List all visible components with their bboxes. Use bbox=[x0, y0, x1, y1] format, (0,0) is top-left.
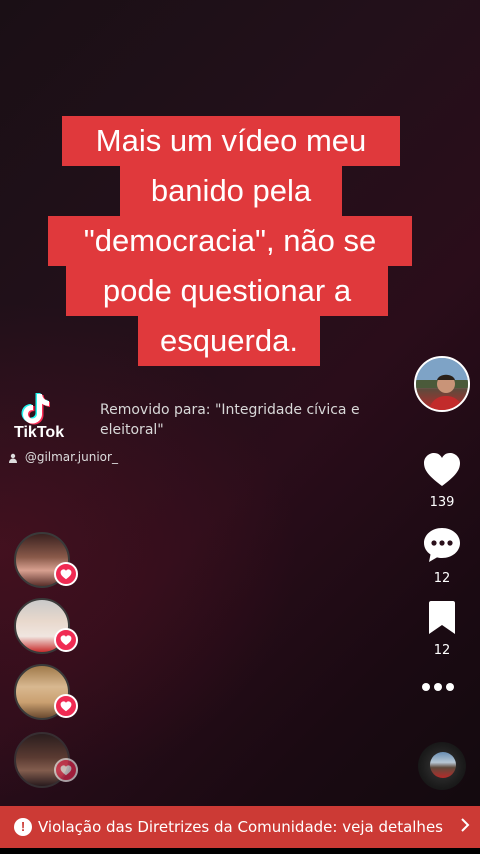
removed-notice: Removido para: "Integridade cívica e ele… bbox=[100, 400, 380, 440]
liker-heart-badge-icon bbox=[54, 628, 78, 652]
caption-line-1: Mais um vídeo meu bbox=[62, 116, 400, 166]
comment-count: 12 bbox=[433, 571, 451, 586]
heart-icon bbox=[424, 453, 460, 486]
like-count: 139 bbox=[429, 495, 455, 510]
watermark-username: @gilmar.junior_ bbox=[8, 450, 118, 464]
more-options-button[interactable] bbox=[422, 678, 462, 692]
liker-heart-badge-icon bbox=[54, 758, 78, 782]
removed-notice-line-1: Removido para: "Integridade cívica e bbox=[100, 402, 360, 418]
liker-heart-badge-icon bbox=[54, 562, 78, 586]
save-button[interactable]: 12 bbox=[412, 600, 472, 658]
like-button[interactable]: 139 bbox=[412, 452, 472, 510]
creator-avatar[interactable] bbox=[414, 356, 470, 412]
music-disc[interactable] bbox=[418, 742, 466, 790]
comment-button[interactable]: 12 bbox=[412, 526, 472, 586]
more-dot bbox=[422, 683, 430, 691]
tiktok-watermark: TikTok bbox=[14, 392, 74, 442]
more-dot bbox=[434, 683, 442, 691]
chevron-right-icon bbox=[450, 817, 480, 838]
caption-line-4: pode questionar a bbox=[66, 266, 388, 316]
person-icon bbox=[9, 453, 17, 463]
bookmark-icon bbox=[429, 601, 455, 634]
tiktok-brand-text: TikTok bbox=[14, 424, 65, 441]
comment-icon bbox=[424, 528, 460, 562]
violation-text: Violação das Diretrizes da Comunidade: v… bbox=[38, 818, 443, 836]
bottom-strip bbox=[0, 848, 480, 854]
caption-line-3: "democracia", não se bbox=[48, 216, 412, 266]
tiktok-logo-icon bbox=[21, 393, 50, 425]
liker-heart-badge-icon bbox=[54, 694, 78, 718]
guidelines-violation-banner[interactable]: ! Violação das Diretrizes da Comunidade:… bbox=[0, 806, 480, 848]
music-disc-cover bbox=[430, 752, 456, 778]
watermark-username-text: @gilmar.junior_ bbox=[24, 450, 118, 464]
caption-line-2: banido pela bbox=[120, 166, 342, 216]
creator-avatar-image bbox=[416, 358, 468, 410]
save-count: 12 bbox=[433, 643, 451, 658]
caption-line-5: esquerda. bbox=[138, 316, 320, 366]
more-dot bbox=[446, 683, 454, 691]
warning-icon: ! bbox=[14, 818, 32, 836]
removed-notice-line-2: eleitoral" bbox=[100, 422, 164, 438]
